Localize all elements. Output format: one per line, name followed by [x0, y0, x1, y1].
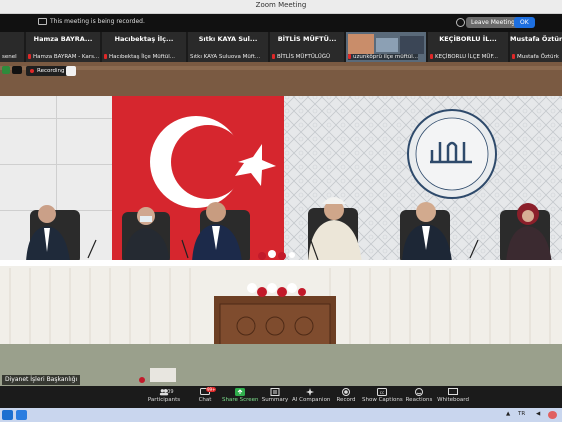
record-label: Record: [336, 397, 356, 403]
show-captions-button[interactable]: cc Show Captions: [362, 387, 403, 407]
ok-button[interactable]: OK: [514, 17, 535, 28]
reactions-label: Reactions: [405, 397, 433, 403]
participant-name: Mustafa Öztürk: [517, 54, 559, 60]
participant-display-name: Hacıbektaş İlç...: [114, 35, 174, 43]
recording-notice: This meeting is being recorded.: [38, 18, 145, 25]
signal-icon[interactable]: [12, 66, 22, 74]
window-title: Zoom Meeting: [255, 1, 307, 9]
whiteboard-button[interactable]: Whiteboard: [436, 387, 470, 407]
participant-display-name: Hamza BAYRA...: [33, 35, 93, 43]
main-video: [0, 62, 562, 386]
summary-label: Summary: [261, 397, 289, 403]
participant-name: Hamza BAYRAM - Kars...: [33, 54, 100, 60]
record-icon: [342, 388, 350, 396]
participant-name: senel: [2, 54, 17, 60]
recording-badge-label: Recording: [37, 68, 65, 74]
window-titlebar: Zoom Meeting: [0, 0, 562, 14]
participants-button[interactable]: 909 Participants: [142, 387, 186, 407]
recording-badge[interactable]: Recording: [26, 66, 69, 76]
whiteboard-label: Whiteboard: [437, 397, 469, 403]
captions-icon: cc: [377, 388, 387, 396]
shield-icon[interactable]: [2, 66, 10, 74]
recording-notice-text: This meeting is being recorded.: [50, 18, 145, 25]
participant-tile[interactable]: Hacıbektaş İlç... Hacıbektaş İlçe Müftül…: [102, 32, 186, 62]
participant-tile[interactable]: senel: [0, 32, 24, 62]
participant-name: uzunköprü ilçe müftül...: [353, 54, 418, 60]
notification-icon[interactable]: [548, 411, 557, 419]
show-captions-label: Show Captions: [362, 397, 403, 403]
participant-name: Hacıbektaş İlçe Müftül...: [109, 54, 176, 60]
pause-icon[interactable]: [66, 66, 76, 76]
participant-name: KEÇİBORLU İLÇE MÜF...: [435, 54, 498, 60]
participant-tile[interactable]: Hamza BAYRA... Hamza BAYRAM - Kars...: [26, 32, 100, 62]
muted-mic-icon: [272, 54, 275, 59]
muted-mic-icon: [512, 54, 515, 59]
os-taskbar: ▲ TR ◀: [0, 408, 562, 422]
leave-meeting-button[interactable]: Leave Meeting: [466, 17, 520, 28]
share-screen-button[interactable]: Share Screen: [222, 387, 259, 407]
reactions-button[interactable]: Reactions: [404, 387, 434, 407]
ai-companion-button[interactable]: AI Companion: [292, 387, 331, 407]
participant-tile[interactable]: Sıtkı KAYA Sul... Sıtkı KAYA Suluova Müf…: [188, 32, 268, 62]
participants-label: Participants: [147, 397, 181, 403]
svg-text:cc: cc: [380, 390, 384, 395]
summary-icon: [270, 388, 280, 396]
participant-name: BİTLİS MÜFTÜLÜĞÜ: [277, 54, 331, 60]
network-icon[interactable]: ▲: [506, 411, 510, 417]
sparkle-icon: [306, 388, 314, 396]
summary-button[interactable]: Summary: [260, 387, 290, 407]
recording-notice-bar: This meeting is being recorded. Leave Me…: [0, 14, 562, 32]
chat-unread-badge: 99+: [206, 387, 217, 392]
participant-display-name: Sıtkı KAYA Sul...: [198, 35, 258, 43]
participant-display-name: KEÇİBORLU İL...: [439, 35, 497, 43]
meeting-toolbar: 909 Participants 99+ Chat Share Screen S…: [0, 386, 562, 408]
participant-tile[interactable]: Mustafa Öztürk Mustafa Öztürk: [510, 32, 562, 62]
participant-tile[interactable]: uzunköprü ilçe müftül...: [346, 32, 426, 62]
participant-display-name: BİTLİS MÜFTÜ...: [277, 35, 337, 43]
muted-mic-icon: [28, 54, 31, 59]
meeting-video-scene: [0, 62, 562, 386]
record-button[interactable]: Record: [332, 387, 360, 407]
recording-notice-icon: [38, 18, 47, 25]
participant-tile[interactable]: BİTLİS MÜFTÜ... BİTLİS MÜFTÜLÜĞÜ: [270, 32, 344, 62]
participant-tile[interactable]: KEÇİBORLU İL... KEÇİBORLU İLÇE MÜF...: [428, 32, 508, 62]
active-speaker-name: Diyanet İşleri Başkanlığı: [2, 375, 81, 385]
participants-strip: senel Hamza BAYRA... Hamza BAYRAM - Kars…: [0, 32, 562, 62]
language-indicator[interactable]: TR: [518, 411, 525, 417]
share-screen-icon: [235, 388, 245, 396]
zoom-taskbar-icon[interactable]: [16, 410, 27, 420]
reactions-icon: [415, 388, 423, 396]
muted-mic-icon: [430, 54, 433, 59]
whiteboard-icon: [448, 388, 458, 395]
chat-button[interactable]: 99+ Chat: [190, 387, 220, 407]
muted-mic-icon: [348, 54, 351, 59]
recording-dot-icon: [30, 68, 34, 73]
participants-count: 909: [164, 389, 174, 395]
volume-icon[interactable]: ◀: [536, 411, 540, 417]
ai-companion-label: AI Companion: [292, 397, 331, 403]
info-icon[interactable]: [456, 18, 465, 27]
muted-mic-icon: [104, 54, 107, 59]
start-icon[interactable]: [2, 410, 13, 420]
participant-display-name: Mustafa Öztürk: [510, 35, 562, 43]
chat-label: Chat: [198, 397, 212, 403]
share-screen-label: Share Screen: [222, 397, 259, 403]
participant-name: Sıtkı KAYA Suluova Müft...: [190, 54, 261, 60]
